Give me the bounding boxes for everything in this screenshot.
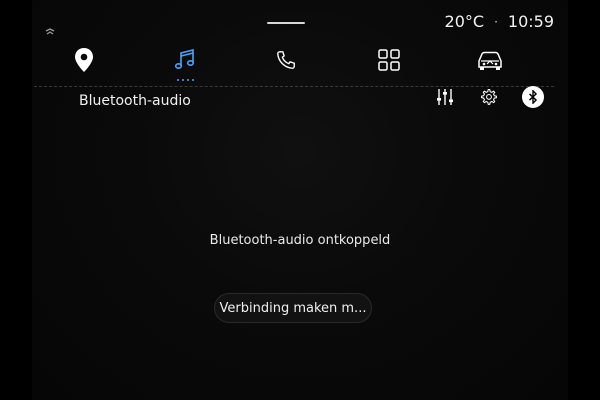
status-indicator-icon (45, 28, 55, 35)
nav-phone[interactable] (266, 40, 306, 80)
nav-navigation[interactable] (64, 40, 104, 80)
main-nav (0, 40, 600, 84)
music-note-icon (174, 48, 195, 70)
toolbar (0, 84, 600, 108)
nav-media[interactable] (165, 40, 205, 80)
disconnected-message: Bluetooth-audio ontkoppeld (209, 233, 391, 248)
connect-button-label: Verbinding maken m... (219, 300, 367, 316)
nav-vehicle[interactable] (470, 40, 510, 80)
status-bar: 20°C · 10:59 (445, 12, 554, 31)
phone-icon (277, 51, 295, 69)
apps-grid-icon (378, 49, 400, 71)
car-icon (478, 51, 502, 70)
location-pin-icon (75, 48, 93, 72)
equalizer-button[interactable] (434, 86, 456, 108)
status-separator: · (494, 14, 498, 29)
settings-button[interactable] (478, 86, 500, 108)
pull-down-handle[interactable] (267, 22, 305, 24)
clock: 10:59 (507, 12, 554, 31)
active-tab-indicator (177, 79, 194, 81)
bluetooth-button[interactable] (522, 86, 544, 108)
settings-gear-icon (481, 88, 497, 105)
equalizer-icon (437, 89, 453, 105)
nav-apps[interactable] (369, 40, 409, 80)
connect-button[interactable]: Verbinding maken m... (214, 293, 372, 323)
temperature: 20°C (444, 12, 485, 31)
bluetooth-icon (529, 90, 538, 104)
